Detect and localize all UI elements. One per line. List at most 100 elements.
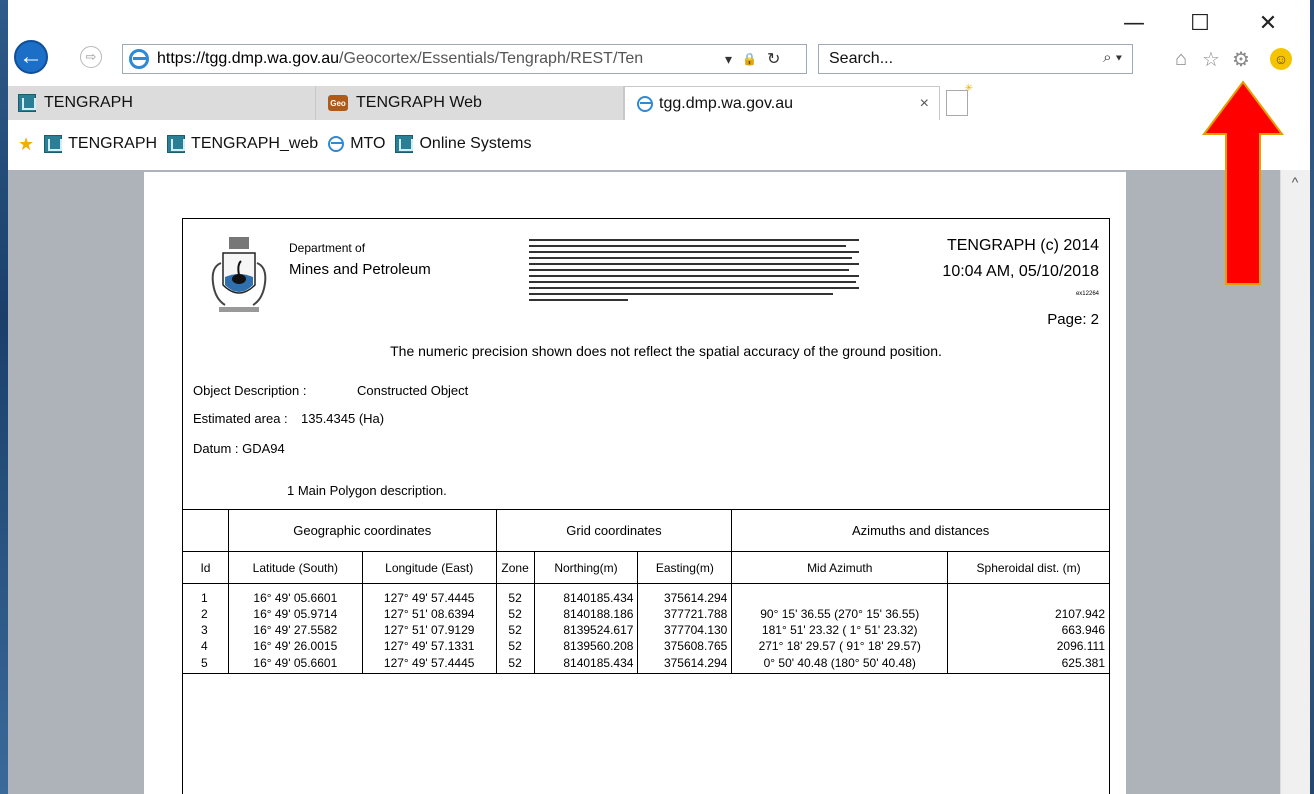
datum: Datum : GDA94 (193, 441, 285, 456)
table-row: 4 16° 49' 26.0015 127° 49' 57.1331 52 81… (182, 637, 1110, 654)
refresh-icon[interactable]: ↻ (767, 49, 780, 69)
cell-azimuth: 0° 50' 40.48 (180° 50' 40.48) (731, 653, 949, 674)
new-tab-button[interactable] (946, 83, 973, 116)
forward-arrow-icon: ⇨ (85, 49, 97, 64)
grid-header: Grid coordinates (495, 509, 733, 552)
cell-northing: 8140185.434 (533, 653, 639, 674)
column-header: Northing(m) (533, 551, 639, 584)
cell-azimuth: 90° 15' 36.55 (270° 15' 36.55) (731, 605, 949, 622)
search-icon[interactable]: ⌕ ▾ (1103, 49, 1122, 66)
tab-tengraph[interactable]: TENGRAPH (8, 86, 316, 120)
maximize-button[interactable]: ☐ (1176, 8, 1224, 38)
cell-longitude: 127° 49' 57.1331 (361, 637, 497, 654)
address-dropdown-icon[interactable]: ▾ (725, 51, 732, 68)
cell-distance (947, 583, 1110, 606)
cell-latitude: 16° 49' 05.6601 (227, 653, 363, 674)
minimize-button[interactable]: — (1110, 8, 1158, 38)
disclaimer-fine-print (529, 239, 859, 317)
cell-latitude: 16° 49' 05.9714 (227, 605, 363, 622)
cell-easting: 375608.765 (637, 637, 733, 654)
column-header: Easting(m) (637, 551, 733, 584)
tengraph-site-icon (395, 135, 414, 153)
cell-northing: 8139560.208 (533, 637, 639, 654)
favorite-label: TENGRAPH (68, 135, 158, 152)
browser-window: — ☐ ✕ ← ⇨ https://tgg.dmp.wa.gov.au/Geoc… (0, 0, 1314, 794)
cell-zone: 52 (495, 621, 535, 638)
column-header: Longitude (East) (361, 551, 497, 584)
scroll-up-icon[interactable]: ^ (1285, 172, 1305, 192)
favorite-tengraph[interactable]: TENGRAPH (44, 135, 157, 153)
report-timestamp: 10:04 AM, 05/10/2018 (942, 263, 1099, 280)
cell-northing: 8140185.434 (533, 583, 639, 606)
object-description-value: Constructed Object (357, 383, 469, 398)
url-path: /Geocortex/Essentials/Tengraph/REST/Ten (339, 50, 644, 67)
tab-tgg-active[interactable]: tgg.dmp.wa.gov.au × (624, 86, 940, 120)
cell-distance: 625.381 (947, 653, 1110, 674)
url-scheme: https://tgg. (157, 50, 232, 67)
report-title: TENGRAPH (c) 2014 (946, 237, 1099, 254)
tengraph-site-icon (167, 135, 186, 153)
estimated-area-value: 135.4345 (Ha) (301, 411, 385, 426)
coordinates-table: Geographic coordinates Grid coordinates … (182, 509, 1110, 674)
cell-zone: 52 (495, 637, 535, 654)
lock-icon[interactable]: 🔒 (742, 52, 757, 66)
favorite-tengraph-web[interactable]: TENGRAPH_web (167, 135, 318, 153)
favorite-online-systems[interactable]: Online Systems (395, 135, 532, 153)
address-bar[interactable]: https://tgg.dmp.wa.gov.au/Geocortex/Esse… (122, 44, 807, 74)
tab-label: TENGRAPH (44, 94, 133, 111)
back-button[interactable]: ← (14, 40, 48, 74)
cell-id: 1 (182, 583, 229, 606)
desktop-edge-right (1310, 0, 1314, 794)
close-window-button[interactable]: ✕ (1244, 8, 1292, 38)
tab-close-icon[interactable]: × (920, 95, 929, 113)
cell-id: 2 (182, 605, 229, 622)
ie-page-icon (129, 49, 149, 69)
cell-easting: 377721.788 (637, 605, 733, 622)
annotation-arrow-icon (1202, 80, 1284, 285)
cell-azimuth: 271° 18' 29.57 ( 91° 18' 29.57) (731, 637, 949, 654)
tengraph-site-icon (18, 94, 36, 112)
feedback-smiley-icon[interactable]: ☺ (1270, 48, 1292, 70)
cell-distance: 663.946 (947, 621, 1110, 638)
ie-page-icon (328, 136, 345, 152)
page-number: Page: 2 (1047, 311, 1099, 328)
cell-zone: 52 (495, 605, 535, 622)
favorites-bar: ★ TENGRAPH TENGRAPH_web MTO Online Syste… (8, 124, 1308, 164)
table-row: 5 16° 49' 05.6601 127° 49' 57.4445 52 81… (182, 653, 1110, 674)
tab-label: TENGRAPH Web (356, 94, 482, 111)
url-text[interactable]: https://tgg.dmp.wa.gov.au/Geocortex/Esse… (157, 50, 719, 68)
favorite-label: MTO (350, 135, 386, 152)
forward-button[interactable]: ⇨ (80, 46, 102, 68)
geocortex-site-icon: Geo (328, 95, 348, 111)
cell-easting: 377704.130 (637, 621, 733, 638)
cell-easting: 375614.294 (637, 583, 733, 606)
desktop-edge-left (0, 0, 8, 794)
polygon-description: 1 Main Polygon description. (287, 483, 447, 498)
cell-longitude: 127° 51' 07.9129 (361, 621, 497, 638)
search-input[interactable]: Search... ⌕ ▾ (818, 44, 1133, 74)
favorites-add-icon[interactable]: ★ (18, 134, 34, 155)
table-row: 2 16° 49' 05.9714 127° 51' 08.6394 52 81… (182, 605, 1110, 622)
cell-latitude: 16° 49' 26.0015 (227, 637, 363, 654)
cell-northing: 8140188.186 (533, 605, 639, 622)
settings-gear-icon[interactable]: ⚙ (1228, 46, 1254, 72)
tab-tengraph-web[interactable]: Geo TENGRAPH Web (316, 86, 624, 120)
report-reference: ex12264 (1075, 291, 1099, 297)
table-row: 1 16° 49' 05.6601 127° 49' 57.4445 52 81… (182, 583, 1110, 606)
ie-page-icon (637, 95, 653, 112)
favorite-mto[interactable]: MTO (328, 135, 385, 153)
back-arrow-icon: ← (19, 43, 43, 70)
home-icon[interactable]: ⌂ (1168, 46, 1194, 72)
favorite-label: TENGRAPH_web (191, 135, 319, 152)
azimuth-header: Azimuths and distances (731, 509, 1110, 552)
favorites-star-icon[interactable]: ☆ (1198, 46, 1224, 72)
cell-latitude: 16° 49' 27.5582 (227, 621, 363, 638)
wa-coat-of-arms-icon (211, 237, 267, 312)
tab-bar: TENGRAPH Geo TENGRAPH Web tgg.dmp.wa.gov… (8, 83, 1308, 120)
department-line-1: Department of (289, 241, 366, 255)
cell-latitude: 16° 49' 05.6601 (227, 583, 363, 606)
cell-id: 4 (182, 637, 229, 654)
cell-longitude: 127° 51' 08.6394 (361, 605, 497, 622)
cell-longitude: 127° 49' 57.4445 (361, 583, 497, 606)
object-description-label: Object Description : (193, 383, 307, 398)
